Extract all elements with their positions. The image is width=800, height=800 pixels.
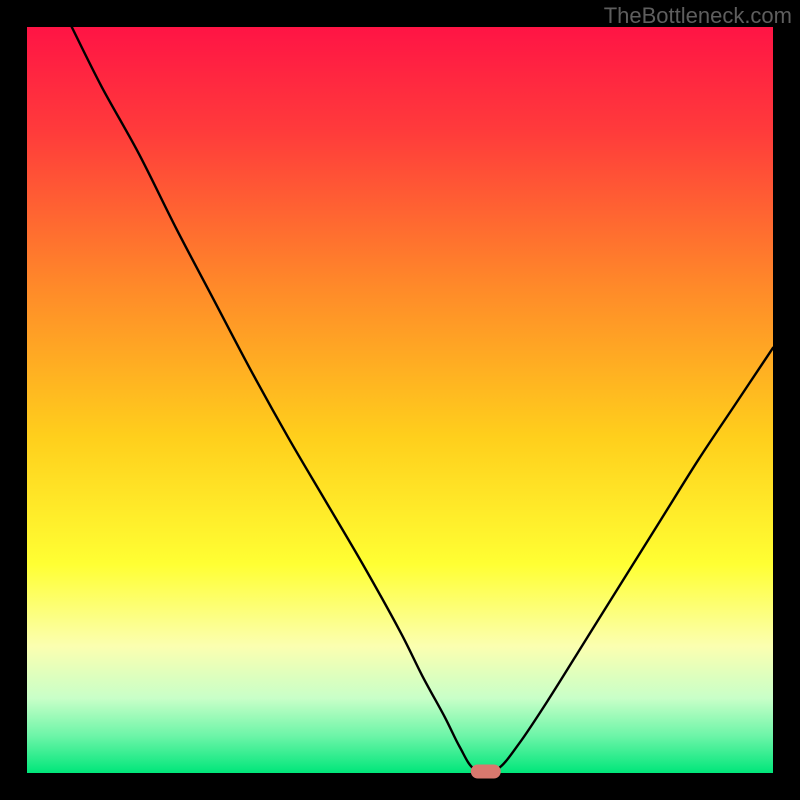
attribution-text: TheBottleneck.com bbox=[604, 3, 792, 29]
bottleneck-chart bbox=[0, 0, 800, 800]
plot-background bbox=[27, 27, 773, 773]
minimum-marker bbox=[471, 765, 501, 779]
chart-container: TheBottleneck.com bbox=[0, 0, 800, 800]
